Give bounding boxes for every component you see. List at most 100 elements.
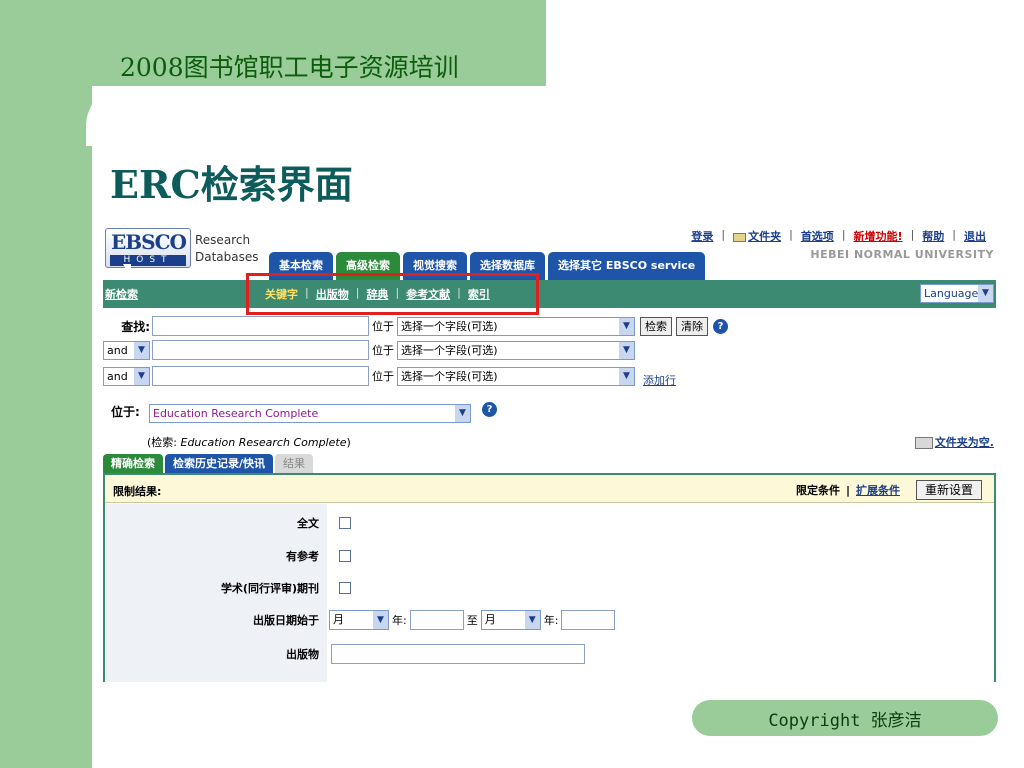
add-row-link[interactable]: 添加行 [643, 372, 676, 388]
search-row-1: 查找: 位于 选择一个字段(可选) ▼ 检索 清除 ? [103, 316, 728, 336]
from-month-select[interactable]: 月 ▼ [329, 610, 389, 630]
folder-empty-link[interactable]: 文件夹为空. [914, 434, 994, 450]
full-text-label: 全文 [297, 517, 319, 530]
field-select-1[interactable]: 选择一个字段(可选) ▼ [397, 316, 635, 336]
field-select-2[interactable]: 选择一个字段(可选) ▼ [397, 340, 635, 360]
help-link[interactable]: 帮助 [922, 228, 944, 244]
folder-icon [914, 437, 933, 449]
tab-refine-search[interactable]: 精确检索 [103, 454, 163, 473]
search-button[interactable]: 检索 [640, 316, 672, 336]
mouse-cursor-icon [123, 264, 131, 278]
limits-panel: 限制结果: 限定条件 | 扩展条件 重新设置 全文 有参考 学术(同行评审)期刊 [103, 473, 996, 682]
highlight-frame [246, 273, 539, 315]
field-select-3[interactable]: 选择一个字段(可选) ▼ [397, 366, 635, 386]
search-input-3[interactable] [152, 366, 369, 386]
tab-other-services[interactable]: 选择其它 EBSCO service [548, 252, 706, 280]
chevron-down-icon: ▼ [524, 611, 540, 629]
separator: | [952, 228, 956, 241]
language-select[interactable]: Language ▼ [920, 284, 994, 303]
folder-link[interactable]: 文件夹 [748, 230, 781, 243]
separator: | [789, 228, 793, 241]
chevron-down-icon: ▼ [134, 367, 149, 385]
lower-tabs: 精确检索 检索历史记录/快讯 结果 [103, 454, 314, 473]
new-features-link[interactable]: 新增功能! [854, 228, 903, 244]
boolean-value: and [107, 343, 128, 357]
logo-research: Research [195, 233, 251, 247]
slide-header: 2008图书馆职工电子资源培训 [120, 53, 459, 82]
limit-pub-date: 出版日期始于 月 ▼ 年: 至 月 ▼ 年: [105, 610, 616, 630]
in-label: 位于 [372, 370, 394, 383]
slide-title: ERC检索界面 [110, 162, 353, 207]
to-label: 至 [466, 614, 478, 627]
preferences-link[interactable]: 首选项 [801, 228, 834, 244]
separator: | [841, 228, 846, 241]
expanders-link[interactable]: 扩展条件 [856, 482, 900, 498]
searching-note: (检索: Education Research Complete) [147, 434, 351, 450]
limit-full-text: 全文 [105, 515, 351, 531]
ebsco-logo[interactable]: EBSCO HOST [105, 228, 191, 268]
field-select-value: 选择一个字段(可选) [401, 369, 498, 383]
publication-input[interactable] [331, 644, 585, 664]
separator: | [910, 228, 915, 241]
in-label: 位于 [372, 344, 394, 357]
logo-brand: EBSCO [111, 230, 187, 254]
field-select-value: 选择一个字段(可选) [401, 343, 498, 357]
ebsco-screenshot: EBSCO HOST Research Databases 登录 | 文件夹 |… [103, 220, 996, 682]
chevron-down-icon: ▼ [619, 317, 634, 335]
database-value: Education Research Complete [153, 407, 319, 420]
publication-label: 出版物 [286, 648, 319, 661]
limit-results-label: 限制结果: [113, 485, 162, 498]
limiters-label: 限定条件 [795, 484, 840, 497]
chevron-down-icon: ▼ [619, 341, 634, 359]
chevron-down-icon: ▼ [134, 341, 149, 359]
logo-databases: Databases [195, 250, 259, 264]
copyright-badge: Copyright 张彦洁 [692, 700, 998, 736]
tab-search-history[interactable]: 检索历史记录/快讯 [165, 454, 274, 473]
logo-research-databases: Research Databases [195, 232, 259, 266]
full-text-checkbox[interactable] [339, 517, 351, 529]
clear-button[interactable]: 清除 [676, 316, 708, 336]
language-label: Language [924, 287, 979, 300]
database-label: 位于: [111, 405, 140, 419]
limit-references: 有参考 [105, 548, 351, 564]
in-label: 位于 [372, 320, 394, 333]
searching-suffix: ) [346, 436, 351, 449]
pub-date-label: 出版日期始于 [253, 614, 319, 627]
search-row-3: and ▼ 位于 选择一个字段(可选) ▼ 添加行 [103, 364, 676, 388]
chevron-down-icon: ▼ [373, 611, 388, 629]
login-link[interactable]: 登录 [691, 228, 713, 244]
searching-database: Education Research Complete [180, 436, 347, 449]
month-value: 月 [484, 613, 496, 626]
folder-link-wrap[interactable]: 文件夹 [733, 228, 781, 244]
slide-corner-curve [86, 86, 156, 146]
folder-icon [733, 232, 747, 242]
to-year-input[interactable] [561, 610, 616, 630]
database-select[interactable]: Education Research Complete ▼ [149, 404, 471, 423]
tab-results[interactable]: 结果 [275, 454, 314, 473]
search-input-2[interactable] [152, 340, 369, 360]
searching-prefix: (检索: [147, 436, 181, 449]
year-label: 年: [392, 614, 407, 627]
search-row-2: and ▼ 位于 选择一个字段(可选) ▼ [103, 340, 635, 360]
boolean-select-2[interactable]: and ▼ [103, 340, 150, 360]
limit-peer-reviewed: 学术(同行评审)期刊 [105, 580, 351, 596]
slide: 2008图书馆职工电子资源培训 ERC检索界面 EBSCO HOST Resea… [0, 0, 1024, 768]
slide-left-bar [0, 0, 92, 768]
search-input-1[interactable] [152, 316, 369, 336]
references-checkbox[interactable] [339, 550, 351, 562]
boolean-select-3[interactable]: and ▼ [103, 366, 150, 386]
limits-header: 限制结果: 限定条件 | 扩展条件 重新设置 [105, 475, 994, 503]
boolean-value: and [107, 369, 128, 383]
field-select-value: 选择一个字段(可选) [401, 319, 498, 333]
from-year-input[interactable] [409, 610, 464, 630]
peer-reviewed-checkbox[interactable] [339, 582, 351, 594]
exit-link[interactable]: 退出 [964, 228, 986, 244]
to-month-select[interactable]: 月 ▼ [480, 610, 541, 630]
help-icon[interactable]: ? [482, 402, 497, 417]
new-search-link[interactable]: 新检索 [105, 286, 138, 302]
peer-reviewed-label: 学术(同行评审)期刊 [220, 582, 319, 595]
help-icon[interactable]: ? [713, 318, 728, 334]
top-links: 登录 | 文件夹 | 首选项 | 新增功能! | 帮助 | 退出 [691, 228, 986, 244]
reset-button[interactable]: 重新设置 [915, 480, 982, 500]
year-label: 年: [543, 614, 559, 627]
